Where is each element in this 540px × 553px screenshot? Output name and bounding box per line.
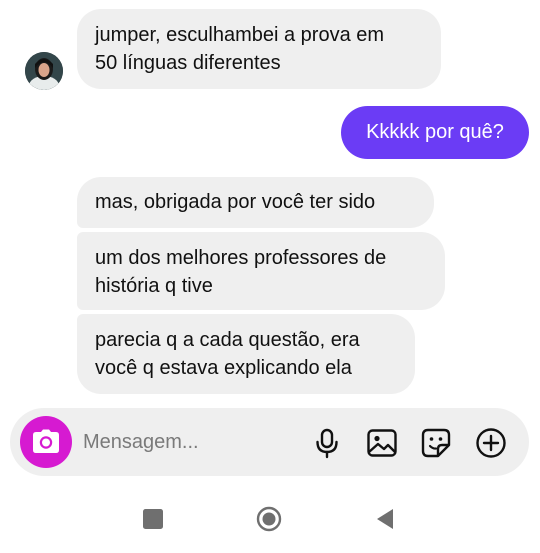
message-text-line: jumper, esculhambei a prova em	[95, 24, 385, 46]
message-thread: jumper, esculhambei a prova em 50 língua…	[0, 0, 540, 400]
system-navigation-bar	[0, 484, 540, 553]
home-icon[interactable]	[256, 506, 282, 532]
message-input[interactable]: Mensagem...	[83, 430, 199, 454]
back-icon[interactable]	[372, 506, 398, 532]
message-composer: Mensagem...	[10, 408, 529, 476]
incoming-message[interactable]: mas, obrigada por você ter sido	[77, 177, 434, 228]
camera-icon	[33, 429, 59, 453]
avatar-image	[25, 52, 63, 90]
message-text-line: história q tive	[95, 275, 213, 297]
message-text-line: um dos melhores professores de	[95, 247, 387, 269]
microphone-icon[interactable]	[311, 427, 343, 459]
contact-avatar[interactable]	[25, 52, 63, 90]
message-text-line: mas, obrigada por você ter sido	[95, 191, 376, 213]
recent-apps-icon[interactable]	[140, 506, 166, 532]
gallery-icon[interactable]	[366, 427, 398, 459]
camera-button[interactable]	[20, 416, 72, 468]
incoming-message[interactable]: parecia q a cada questão, era você q est…	[77, 314, 415, 394]
incoming-message[interactable]: jumper, esculhambei a prova em 50 língua…	[77, 9, 441, 89]
message-text: Kkkkk por quê?	[366, 121, 504, 143]
message-text-line: 50 línguas diferentes	[95, 52, 281, 74]
sticker-icon[interactable]	[420, 427, 452, 459]
incoming-message[interactable]: um dos melhores professores de história …	[77, 232, 445, 310]
add-icon[interactable]	[475, 427, 507, 459]
outgoing-message[interactable]: Kkkkk por quê?	[341, 106, 529, 159]
message-text-line: parecia q a cada questão, era	[95, 329, 360, 351]
message-text-line: você q estava explicando ela	[95, 357, 352, 379]
